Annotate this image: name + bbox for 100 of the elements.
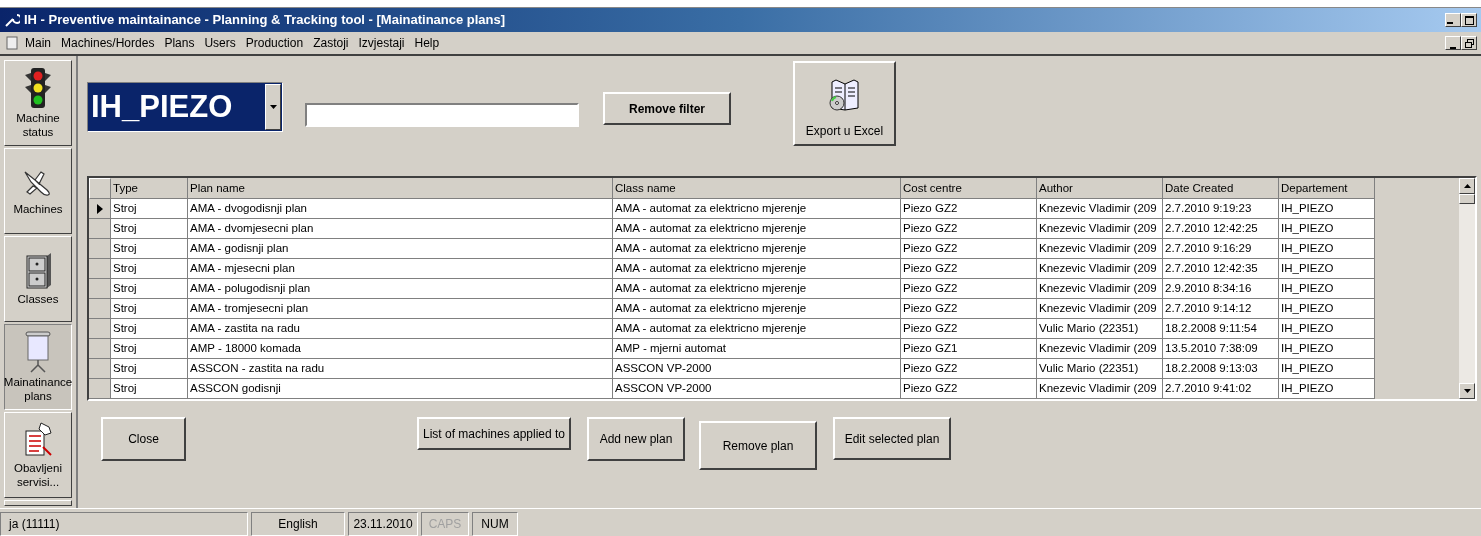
row-selector[interactable] bbox=[89, 199, 111, 219]
table-cell: 18.2.2008 9:13:03 bbox=[1163, 359, 1279, 379]
filter-field[interactable] bbox=[305, 103, 579, 127]
sidebar-item[interactable]: Machine status bbox=[4, 60, 72, 146]
table-cell: AMA - polugodisnji plan bbox=[188, 279, 613, 299]
child-minimize-button[interactable] bbox=[1445, 36, 1461, 50]
status-panel: English bbox=[251, 512, 345, 536]
table-cell: AMA - dvogodisnji plan bbox=[188, 199, 613, 219]
sidebar-item[interactable]: Obavljeni servisi... bbox=[4, 412, 72, 498]
table-cell: Stroj bbox=[111, 199, 188, 219]
table-cell: AMA - godisnji plan bbox=[188, 239, 613, 259]
table-cell: Knezevic Vladimir (209 bbox=[1037, 199, 1163, 219]
vertical-scrollbar[interactable] bbox=[1459, 178, 1475, 399]
scroll-up-icon bbox=[1463, 184, 1471, 188]
scroll-down-icon bbox=[1463, 389, 1471, 393]
action-button[interactable]: List of machines applied to bbox=[417, 417, 571, 450]
menu-item[interactable]: Help bbox=[409, 34, 445, 52]
table-cell: Knezevic Vladimir (209 bbox=[1037, 219, 1163, 239]
traffic-light-icon bbox=[23, 67, 53, 109]
minimize-button[interactable] bbox=[1445, 13, 1461, 27]
table-cell: Stroj bbox=[111, 299, 188, 319]
table-cell: AMA - tromjesecni plan bbox=[188, 299, 613, 319]
table-cell: IH_PIEZO bbox=[1279, 259, 1375, 279]
table-cell: AMP - 18000 komada bbox=[188, 339, 613, 359]
action-button[interactable]: Remove plan bbox=[699, 421, 817, 470]
table-cell: IH_PIEZO bbox=[1279, 299, 1375, 319]
table-cell: AMA - automat za elektricno mjerenje bbox=[613, 199, 901, 219]
table-cell: Stroj bbox=[111, 279, 188, 299]
table-cell: Piezo GZ2 bbox=[901, 239, 1037, 259]
table-cell: 2.7.2010 9:14:12 bbox=[1163, 299, 1279, 319]
table-cell: 2.7.2010 9:41:02 bbox=[1163, 379, 1279, 399]
table-cell: Piezo GZ2 bbox=[901, 299, 1037, 319]
table-cell: IH_PIEZO bbox=[1279, 339, 1375, 359]
sidebar-item[interactable]: Classes bbox=[4, 236, 72, 322]
table-cell: Piezo GZ2 bbox=[901, 259, 1037, 279]
table-cell: Piezo GZ2 bbox=[901, 319, 1037, 339]
table-cell: IH_PIEZO bbox=[1279, 239, 1375, 259]
status-panel: ja (11111) bbox=[0, 512, 248, 536]
row-pointer-icon bbox=[96, 203, 103, 214]
table-cell: Stroj bbox=[111, 239, 188, 259]
menu-item[interactable]: Zastoji bbox=[308, 34, 354, 52]
table-cell: Piezo GZ1 bbox=[901, 339, 1037, 359]
cabinet-icon bbox=[23, 252, 53, 290]
table-cell: IH_PIEZO bbox=[1279, 279, 1375, 299]
table-cell: AMA - automat za elektricno mjerenje bbox=[613, 279, 901, 299]
menu-item[interactable]: Production bbox=[240, 34, 309, 52]
menu-item[interactable]: Main bbox=[20, 34, 56, 52]
table-cell: Stroj bbox=[111, 219, 188, 239]
table-cell: AMA - automat za elektricno mjerenje bbox=[613, 239, 901, 259]
table-cell: Stroj bbox=[111, 339, 188, 359]
table-cell: Piezo GZ2 bbox=[901, 219, 1037, 239]
table-cell: 2.7.2010 9:16:29 bbox=[1163, 239, 1279, 259]
table-cell: 2.9.2010 8:34:16 bbox=[1163, 279, 1279, 299]
dropdown-arrow-icon bbox=[269, 105, 277, 109]
table-cell: 2.7.2010 12:42:25 bbox=[1163, 219, 1279, 239]
table-cell: ASSCON VP-2000 bbox=[613, 359, 901, 379]
table-cell: 13.5.2010 7:38:09 bbox=[1163, 339, 1279, 359]
table-cell: 2.7.2010 12:42:35 bbox=[1163, 259, 1279, 279]
menu-item[interactable]: Machines/Hordes bbox=[56, 34, 160, 52]
table-cell: Vulic Mario (22351) bbox=[1037, 359, 1163, 379]
table-cell: AMA - dvomjesecni plan bbox=[188, 219, 613, 239]
table-cell: AMA - zastita na radu bbox=[188, 319, 613, 339]
table-cell: Knezevic Vladimir (209 bbox=[1037, 299, 1163, 319]
table-cell: ASSCON godisnji bbox=[188, 379, 613, 399]
action-button[interactable]: Close bbox=[101, 417, 186, 461]
table-cell: Knezevic Vladimir (209 bbox=[1037, 339, 1163, 359]
export-excel-button[interactable]: Export u Excel bbox=[793, 61, 896, 146]
table-cell: Knezevic Vladimir (209 bbox=[1037, 279, 1163, 299]
menu-item[interactable]: Izvjestaji bbox=[353, 34, 410, 52]
minimize-icon bbox=[1449, 45, 1457, 49]
menu-item[interactable]: Users bbox=[199, 34, 241, 52]
document-icon bbox=[4, 35, 20, 51]
maximize-icon bbox=[1464, 15, 1474, 25]
table-cell: AMA - automat za elektricno mjerenje bbox=[613, 299, 901, 319]
table-cell: ASSCON VP-2000 bbox=[613, 379, 901, 399]
sidebar-item[interactable]: Machines bbox=[4, 148, 72, 234]
department-dropdown[interactable]: IH_PIEZO bbox=[87, 82, 283, 132]
table-cell: 18.2.2008 9:11:54 bbox=[1163, 319, 1279, 339]
menu-item[interactable]: Plans bbox=[159, 34, 200, 52]
table-cell: IH_PIEZO bbox=[1279, 379, 1375, 399]
table-cell: AMA - automat za elektricno mjerenje bbox=[613, 259, 901, 279]
table-cell: IH_PIEZO bbox=[1279, 359, 1375, 379]
table-cell: Piezo GZ2 bbox=[901, 279, 1037, 299]
child-restore-button[interactable] bbox=[1461, 36, 1477, 50]
table-cell: Stroj bbox=[111, 319, 188, 339]
table-cell: Vulic Mario (22351) bbox=[1037, 319, 1163, 339]
sidebar-item[interactable]: Mainatinance plans bbox=[4, 324, 72, 410]
table-cell: Stroj bbox=[111, 359, 188, 379]
table-cell: AMA - automat za elektricno mjerenje bbox=[613, 319, 901, 339]
remove-filter-button[interactable]: Remove filter bbox=[603, 92, 731, 125]
scroll-thumb[interactable] bbox=[1459, 194, 1475, 204]
table-cell: Stroj bbox=[111, 379, 188, 399]
table-cell: Piezo GZ2 bbox=[901, 199, 1037, 219]
table-cell: ASSCON - zastita na radu bbox=[188, 359, 613, 379]
table-cell: IH_PIEZO bbox=[1279, 319, 1375, 339]
action-button[interactable]: Add new plan bbox=[587, 417, 685, 461]
action-button[interactable]: Edit selected plan bbox=[833, 417, 951, 460]
table-cell: Piezo GZ2 bbox=[901, 379, 1037, 399]
projector-screen-icon bbox=[23, 331, 53, 373]
maximize-button[interactable] bbox=[1461, 13, 1477, 27]
